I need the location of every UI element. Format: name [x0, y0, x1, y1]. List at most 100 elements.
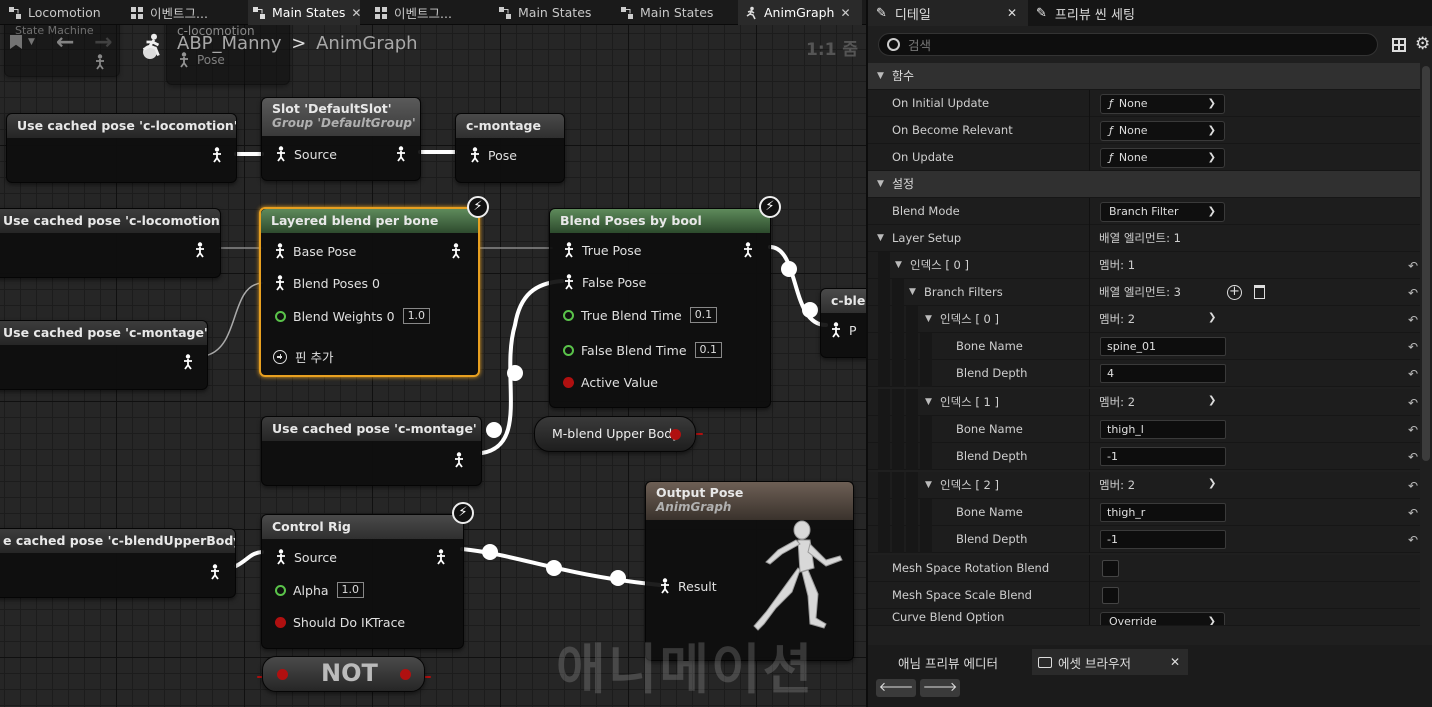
blend-weights-pin[interactable]: Blend Weights 0 1.0: [275, 308, 431, 324]
node-blend-poses-by-bool[interactable]: Blend Poses by bool True Pose False Pose…: [549, 208, 771, 408]
category-settings[interactable]: ▼ 설정: [868, 171, 1420, 198]
tab-anim-preview-editor[interactable]: 애님 프리뷰 에디터: [898, 649, 998, 675]
node-use-cached-pose-montage-1[interactable]: Use cached pose 'c-montage': [0, 320, 208, 390]
should-do-iktrace-pin[interactable]: Should Do IKTrace: [275, 615, 405, 630]
prop-branch-filter-index-1[interactable]: ▼ 인덱스 [ 1 ] 멤버: 2 ❯ ↶: [868, 389, 1420, 416]
pose-pin-icon[interactable]: [93, 54, 107, 70]
tab-details[interactable]: ✎ 디테일 ✕: [868, 0, 1028, 26]
mesh-scale-checkbox[interactable]: [1102, 587, 1119, 604]
blend-depth-input-0[interactable]: 4: [1100, 364, 1226, 383]
prop-branch-filter-index-2[interactable]: ▼ 인덱스 [ 2 ] 멤버: 2 ❯ ↶: [868, 472, 1420, 499]
on-initial-update-dropdown[interactable]: ƒ None ❯: [1100, 94, 1225, 114]
close-icon[interactable]: ✕: [840, 6, 850, 20]
blend-depth-input-2[interactable]: -1: [1100, 530, 1226, 549]
pose-output-pin-icon[interactable]: [193, 242, 207, 258]
close-icon[interactable]: ✕: [1170, 655, 1180, 669]
pose-output-pin-icon[interactable]: [394, 146, 408, 162]
chevron-down-icon[interactable]: ❯: [1208, 395, 1216, 406]
true-pose-pin[interactable]: True Pose: [562, 242, 641, 258]
close-icon[interactable]: ✕: [351, 6, 360, 20]
output-bool-pin-icon[interactable]: [400, 669, 411, 680]
trash-icon[interactable]: [1254, 285, 1265, 299]
on-become-relevant-dropdown[interactable]: ƒ None ❯: [1100, 121, 1225, 141]
true-blend-time-value[interactable]: 0.1: [689, 307, 718, 323]
category-functions[interactable]: ▼ 함수: [868, 63, 1420, 90]
prop-layer-index-0[interactable]: ▼ 인덱스 [ 0 ] 멤버: 1 ↶: [868, 252, 1420, 279]
anim-graph-canvas[interactable]: ▼ ← → State Machine c-locomotion Pose AB…: [0, 25, 866, 707]
curve-blend-dropdown[interactable]: Override ❯: [1100, 612, 1225, 625]
gear-icon[interactable]: ⚙: [1415, 34, 1430, 54]
tab-asset-browser[interactable]: 에셋 브라우저 ✕: [1032, 649, 1188, 675]
node-m-blend-upper-body[interactable]: M-blend Upper Body: [534, 416, 696, 452]
false-blend-time-pin[interactable]: False Blend Time 0.1: [563, 342, 723, 358]
reset-arrow-icon[interactable]: ↶: [1408, 533, 1418, 547]
node-not[interactable]: NOT: [262, 656, 425, 692]
true-blend-time-pin[interactable]: True Blend Time 0.1: [563, 307, 718, 323]
breadcrumb-asset[interactable]: ABP_Manny: [177, 33, 282, 54]
pose-pin[interactable]: Pose: [177, 52, 225, 68]
tab-preview-scene-settings[interactable]: ✎ 프리뷰 씬 세팅: [1032, 0, 1192, 26]
bool-output-pin-icon[interactable]: [670, 429, 681, 440]
chevron-down-icon[interactable]: ❯: [1208, 478, 1216, 489]
pose-output-pin-icon[interactable]: [434, 549, 448, 565]
tab-locomotion[interactable]: Locomotion: [0, 0, 120, 25]
details-scrollbar[interactable]: [1422, 66, 1430, 461]
node-state-machine-faded[interactable]: State Machine: [4, 25, 120, 77]
false-blend-time-value[interactable]: 0.1: [694, 342, 723, 358]
node-layered-blend-per-bone[interactable]: Layered blend per bone Base Pose Blend P…: [259, 207, 480, 377]
bone-name-input-0[interactable]: spine_01: [1100, 337, 1226, 356]
close-icon[interactable]: ✕: [1007, 6, 1017, 20]
reset-arrow-icon[interactable]: ↶: [1408, 286, 1418, 300]
alpha-value[interactable]: 1.0: [336, 582, 365, 598]
result-pin[interactable]: Result: [658, 578, 717, 594]
node-c-montage[interactable]: c-montage Pose: [455, 113, 565, 183]
chevron-down-icon[interactable]: ❯: [1208, 312, 1216, 323]
node-use-cached-pose-loco-2[interactable]: Use cached pose 'c-locomotion': [0, 208, 221, 278]
nav-forward-button[interactable]: 🡒: [920, 679, 960, 697]
node-c-blend-upper[interactable]: c-ble P: [820, 288, 866, 358]
blend-mode-dropdown[interactable]: Branch Filter ❯: [1100, 202, 1225, 222]
node-use-cached-pose-montage-2[interactable]: Use cached pose 'c-montage': [261, 416, 482, 486]
pose-output-pin-icon[interactable]: [452, 452, 466, 468]
node-slot[interactable]: Slot 'DefaultSlot' Group 'DefaultGroup' …: [261, 97, 421, 181]
bone-name-input-1[interactable]: thigh_l: [1100, 420, 1226, 439]
tab-event-graph-2[interactable]: 이벤트그...: [372, 0, 487, 25]
pose-output-pin-icon[interactable]: [741, 242, 755, 258]
grid-view-icon[interactable]: [1392, 38, 1406, 52]
pose-output-pin-icon[interactable]: [208, 564, 222, 580]
prop-branch-filter-index-0[interactable]: ▼ 인덱스 [ 0 ] 멤버: 2 ❯ ↶: [868, 306, 1420, 333]
pose-pin[interactable]: Pose: [468, 147, 517, 163]
reset-arrow-icon[interactable]: ↶: [1408, 396, 1418, 410]
reset-arrow-icon[interactable]: ↶: [1408, 423, 1418, 437]
breadcrumb-graph[interactable]: AnimGraph: [316, 33, 417, 54]
add-pin-button[interactable]: 핀 추가: [273, 347, 333, 366]
reset-arrow-icon[interactable]: ↶: [1408, 313, 1418, 327]
tab-main-states-2[interactable]: Main States: [494, 0, 612, 25]
node-control-rig[interactable]: Control Rig Source Alpha 1.0 Should Do I…: [261, 514, 464, 649]
reset-arrow-icon[interactable]: ↶: [1408, 367, 1418, 381]
pose-output-pin-icon[interactable]: [181, 354, 195, 370]
blend-poses-pin[interactable]: Blend Poses 0: [273, 275, 380, 291]
nav-back-button[interactable]: 🡐: [876, 679, 916, 697]
tab-main-states-active[interactable]: Main States ✕: [248, 0, 360, 25]
on-update-dropdown[interactable]: ƒ None ❯: [1100, 148, 1225, 168]
pose-output-pin-icon[interactable]: [210, 147, 224, 163]
mesh-rotation-checkbox[interactable]: [1102, 560, 1119, 577]
false-pose-pin[interactable]: False Pose: [562, 274, 646, 290]
prop-layer-setup[interactable]: ▼ Layer Setup 배열 엘리먼트: 1: [868, 225, 1420, 252]
pose-output-pin-icon[interactable]: [449, 243, 463, 259]
node-use-cached-pose-loco-1[interactable]: Use cached pose 'c-locomotion': [6, 113, 237, 183]
reset-arrow-icon[interactable]: ↶: [1408, 340, 1418, 354]
alpha-pin[interactable]: Alpha 1.0: [275, 582, 365, 598]
reset-arrow-icon[interactable]: ↶: [1408, 506, 1418, 520]
tab-event-graph-1[interactable]: 이벤트그...: [128, 0, 240, 25]
prop-branch-filters[interactable]: ▼ Branch Filters 배열 엘리먼트: 3 + ↶: [868, 279, 1420, 306]
input-bool-pin-icon[interactable]: [277, 669, 288, 680]
active-value-pin[interactable]: Active Value: [563, 375, 658, 390]
source-pin[interactable]: Source: [274, 146, 337, 162]
reset-arrow-icon[interactable]: ↶: [1408, 479, 1418, 493]
node-use-cached-pose-blend-upper[interactable]: e cached pose 'c-blendUpperBody': [0, 528, 236, 598]
source-pin[interactable]: Source: [274, 549, 337, 565]
tab-main-states-3[interactable]: Main States: [618, 0, 736, 25]
details-search-input[interactable]: 검색: [878, 33, 1378, 56]
